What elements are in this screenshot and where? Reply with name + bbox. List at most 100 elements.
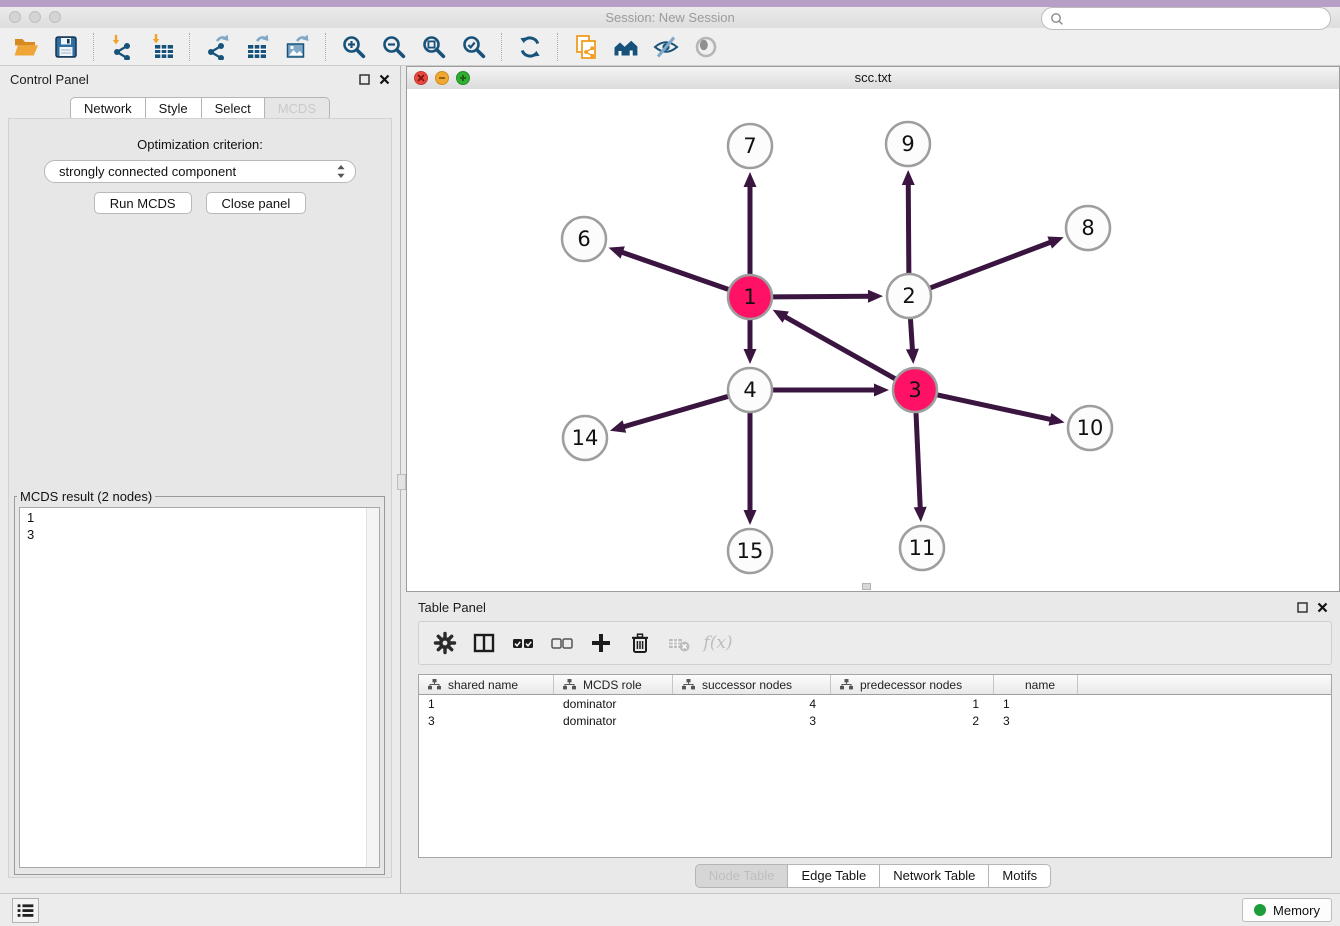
export-table-icon[interactable] [238, 31, 278, 63]
close-window-icon[interactable] [9, 11, 21, 23]
float-panel-icon[interactable] [359, 74, 370, 85]
memory-label: Memory [1273, 903, 1320, 918]
zoom-selected-icon[interactable] [454, 31, 494, 63]
run-mcds-button[interactable]: Run MCDS [94, 192, 192, 214]
edge-1-2[interactable] [773, 296, 871, 297]
graph-node-3[interactable]: 3 [893, 368, 937, 412]
edge-1-6[interactable] [620, 252, 728, 290]
edge-arrowhead [610, 420, 626, 432]
table-cell[interactable]: 3 [419, 714, 554, 728]
panel-splitter-grip[interactable] [397, 474, 406, 490]
tab-edge-table[interactable]: Edge Table [788, 864, 880, 888]
table-row[interactable]: 1dominator411 [419, 696, 1331, 712]
houses-icon[interactable] [606, 31, 646, 63]
graph-node-14[interactable]: 14 [563, 416, 607, 460]
tab-motifs[interactable]: Motifs [989, 864, 1051, 888]
open-file-icon[interactable] [6, 31, 46, 63]
save-session-icon[interactable] [46, 31, 86, 63]
main-toolbar [0, 28, 1340, 66]
column-header-shared-name[interactable]: shared name [419, 675, 554, 694]
table-cell[interactable]: dominator [554, 714, 673, 728]
search-input[interactable] [1068, 11, 1322, 27]
svg-text:14: 14 [572, 426, 599, 450]
control-panel: Control Panel NetworkStyleSelectMCDS Opt… [0, 66, 401, 893]
edge-3-1[interactable] [783, 316, 895, 379]
column-header-successor-nodes[interactable]: successor nodes [673, 675, 831, 694]
graph-node-2[interactable]: 2 [887, 274, 931, 318]
main-area: Control Panel NetworkStyleSelectMCDS Opt… [0, 66, 1340, 893]
close-table-panel-icon[interactable] [1317, 602, 1328, 613]
memory-status-icon [1254, 904, 1266, 916]
zoom-in-icon[interactable] [334, 31, 374, 63]
network-maximize-icon[interactable] [456, 71, 470, 85]
table-cell[interactable]: 2 [831, 714, 994, 728]
edge-2-8[interactable] [931, 241, 1053, 287]
table-cell[interactable]: dominator [554, 697, 673, 711]
edge-3-10[interactable] [937, 395, 1052, 420]
graph-node-8[interactable]: 8 [1066, 206, 1110, 250]
graph-node-4[interactable]: 4 [728, 368, 772, 412]
svg-text:3: 3 [908, 378, 921, 402]
column-layout-icon[interactable] [466, 625, 502, 661]
graph-node-7[interactable]: 7 [728, 124, 772, 168]
tab-node-table[interactable]: Node Table [695, 864, 789, 888]
optimization-criterion-select[interactable]: strongly connected component [44, 160, 356, 183]
edge-arrowhead [744, 172, 757, 187]
graph-node-15[interactable]: 15 [728, 529, 772, 573]
import-table-icon[interactable] [142, 31, 182, 63]
graph-node-6[interactable]: 6 [562, 217, 606, 261]
zoom-fit-icon[interactable] [414, 31, 454, 63]
export-network-icon[interactable] [198, 31, 238, 63]
deselect-all-icon[interactable] [544, 625, 580, 661]
export-image-icon[interactable] [278, 31, 318, 63]
graph-node-1[interactable]: 1 [728, 275, 772, 319]
svg-text:8: 8 [1081, 216, 1094, 240]
edge-2-3[interactable] [910, 319, 912, 352]
clone-network-icon[interactable] [566, 31, 606, 63]
table-row[interactable]: 3dominator323 [419, 713, 1331, 729]
float-table-panel-icon[interactable] [1297, 602, 1308, 613]
add-icon[interactable] [583, 625, 619, 661]
eye-disabled-icon [686, 31, 726, 63]
import-network-icon[interactable] [102, 31, 142, 63]
graph-node-11[interactable]: 11 [900, 526, 944, 570]
eye-slash-icon[interactable] [646, 31, 686, 63]
network-minimize-icon[interactable] [435, 71, 449, 85]
close-panel-icon[interactable] [379, 74, 390, 85]
network-close-icon[interactable] [414, 71, 428, 85]
gear-icon[interactable] [427, 625, 463, 661]
trash-icon[interactable] [622, 625, 658, 661]
column-header-MCDS-role[interactable]: MCDS role [554, 675, 673, 694]
memory-button[interactable]: Memory [1242, 898, 1332, 922]
search-box[interactable] [1041, 7, 1331, 30]
table-cell[interactable]: 1 [831, 697, 994, 711]
list-icon [15, 900, 36, 921]
edge-2-9[interactable] [908, 182, 909, 273]
table-cell[interactable]: 3 [673, 714, 831, 728]
column-header-name[interactable]: name [994, 675, 1078, 694]
mcds-result-title: MCDS result (2 nodes) [17, 489, 155, 504]
tab-network-table[interactable]: Network Table [880, 864, 989, 888]
graph-node-10[interactable]: 10 [1068, 406, 1112, 450]
network-canvas[interactable]: 7 9 6 8 1 2 4 3 14 10 15 11 [407, 89, 1339, 591]
zoom-out-icon[interactable] [374, 31, 414, 63]
delete-table-icon [661, 625, 697, 661]
edge-4-14[interactable] [621, 396, 727, 427]
network-resize-grip[interactable] [862, 583, 871, 590]
table-cell[interactable]: 1 [419, 697, 554, 711]
table-cell[interactable]: 1 [994, 697, 1078, 711]
minimize-window-icon[interactable] [29, 11, 41, 23]
graph-node-9[interactable]: 9 [886, 122, 930, 166]
result-scrollbar[interactable] [366, 508, 379, 867]
maximize-window-icon[interactable] [49, 11, 61, 23]
close-panel-button[interactable]: Close panel [206, 192, 307, 214]
toolbar-separator [189, 33, 191, 61]
refresh-icon[interactable] [510, 31, 550, 63]
edge-3-11[interactable] [916, 413, 920, 510]
column-header-predecessor-nodes[interactable]: predecessor nodes [831, 675, 994, 694]
table-panel: Table Panel f(x) shared nameMCDS rolesuc… [406, 594, 1340, 893]
table-cell[interactable]: 4 [673, 697, 831, 711]
task-history-button[interactable] [12, 898, 39, 923]
select-all-icon[interactable] [505, 625, 541, 661]
table-cell[interactable]: 3 [994, 714, 1078, 728]
